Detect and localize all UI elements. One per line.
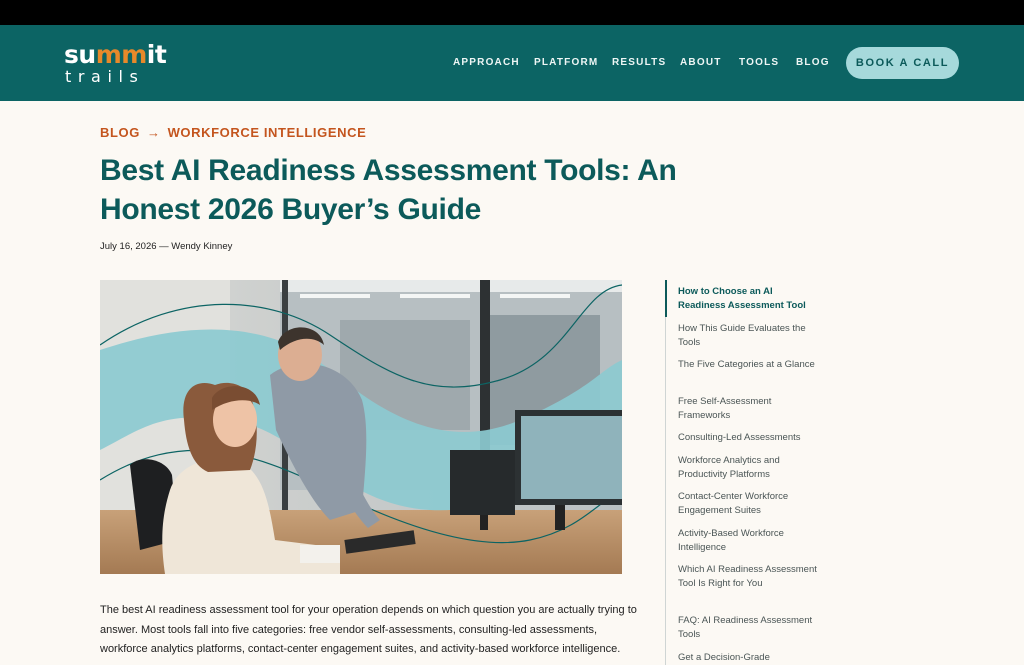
toc-item-how-to-choose[interactable]: How to Choose an AI Readiness Assessment…	[678, 285, 818, 313]
browser-top-strip	[0, 0, 1024, 25]
logo-wordmark-bottom: trails	[65, 67, 145, 86]
toc-item-five-categories[interactable]: The Five Categories at a Glance	[678, 358, 818, 372]
nav-platform[interactable]: PLATFORM	[534, 56, 598, 70]
book-a-call-button[interactable]: BOOK A CALL	[846, 47, 959, 79]
toc-item-activity-based[interactable]: Activity-Based Workforce Intelligence	[678, 527, 818, 555]
article-title: Best AI Readiness Assessment Tools: An H…	[100, 154, 677, 226]
nav-blog[interactable]: BLOG	[796, 56, 830, 70]
toc-item-workforce-analytics[interactable]: Workforce Analytics and Productivity Pla…	[678, 454, 818, 482]
toc-item-get-decision-grade[interactable]: Get a Decision-Grade	[678, 651, 818, 665]
toc-item-free-self-assessment[interactable]: Free Self-Assessment Frameworks	[678, 395, 818, 423]
breadcrumb-blog-link[interactable]: BLOG	[100, 125, 140, 141]
toc-item-how-guide-evaluates[interactable]: How This Guide Evaluates the Tools	[678, 322, 818, 350]
article-meta: July 16, 2026 — Wendy Kinney	[100, 241, 233, 252]
toc-item-faq[interactable]: FAQ: AI Readiness Assessment Tools	[678, 614, 818, 642]
hero-image	[100, 280, 622, 574]
breadcrumb-arrow-icon: →	[146, 125, 161, 140]
article-intro: The best AI readiness assessment tool fo…	[100, 604, 637, 655]
breadcrumb: BLOG → WORKFORCE INTELLIGENCE	[100, 125, 366, 141]
table-of-contents: How to Choose an AI Readiness Assessment…	[664, 280, 825, 665]
nav-approach[interactable]: APPROACH	[453, 56, 520, 70]
nav-results[interactable]: RESULTS	[612, 56, 666, 70]
breadcrumb-section-link[interactable]: WORKFORCE INTELLIGENCE	[168, 125, 367, 141]
nav-about[interactable]: ABOUT	[680, 56, 722, 70]
nav-tools[interactable]: TOOLS	[739, 56, 779, 70]
toc-item-consulting-led[interactable]: Consulting-Led Assessments	[678, 431, 818, 445]
toc-active-indicator	[664, 280, 667, 317]
toc-item-which-tool[interactable]: Which AI Readiness Assessment Tool Is Ri…	[678, 563, 818, 591]
toc-item-contact-center[interactable]: Contact-Center Workforce Engagement Suit…	[678, 490, 818, 518]
